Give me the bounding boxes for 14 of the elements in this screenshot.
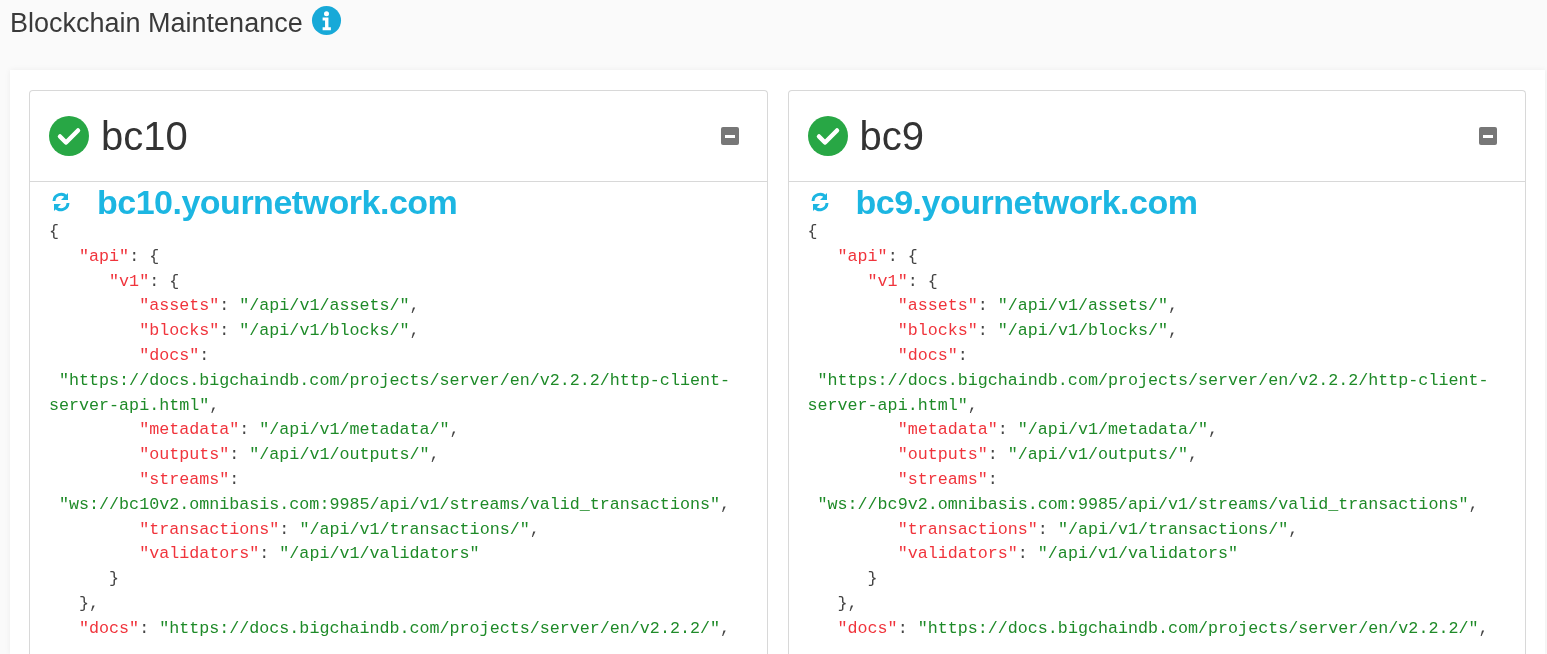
refresh-icon[interactable] bbox=[809, 192, 830, 212]
refresh-icon[interactable] bbox=[51, 192, 71, 212]
minus-icon bbox=[724, 134, 735, 138]
host-name: bc9.yournetwork.com bbox=[855, 185, 1198, 219]
page-title: Blockchain Maintenance bbox=[10, 7, 303, 40]
info-icon[interactable] bbox=[310, 5, 342, 36]
minus-icon bbox=[1483, 134, 1493, 138]
json-text: { "api": { "v1": { "assets": "/api/v1/assets/", "blocks": "/api/v1/blocks/", "docs": "https://docs.bigchaindb.com/projects/server/en/v2.2.2/http-client- server-api.html", "metadata": "/api/v1/metadata/", "outputs": "/api/v1/outputs/", "streams": "ws://bc10v2.omnibasis.com:9985/api/v1/streams/valid_transactions", "transactions": "/api/v1/transactions/", "validators": "/api/v1/validators" } }, "docs": "https://docs.bigchaindb.com/projects/server/en/v2.2.2/", bbox=[49, 221, 730, 640]
collapse-button[interactable] bbox=[1479, 127, 1497, 145]
collapse-button[interactable] bbox=[720, 127, 739, 145]
json-text: { "api": { "v1": { "assets": "/api/v1/assets/", "blocks": "/api/v1/blocks/", "docs": "https://docs.bigchaindb.com/projects/server/en/v2.2.2/http-client- server-api.html", "metadata": "/api/v1/metadata/", "outputs": "/api/v1/outputs/", "streams": "ws://bc9v2.omnibasis.com:9985/api/v1/streams/valid_transactions", "transactions": "/api/v1/transactions/", "validators": "/api/v1/validators" } }, "docs": "https://docs.bigchaindb.com/projects/server/en/v2.2.2/", bbox=[807, 221, 1489, 640]
node-name: bc10 bbox=[101, 116, 188, 156]
host-name: bc10.yournetwork.com bbox=[97, 185, 458, 219]
node-name: bc9 bbox=[859, 116, 924, 156]
